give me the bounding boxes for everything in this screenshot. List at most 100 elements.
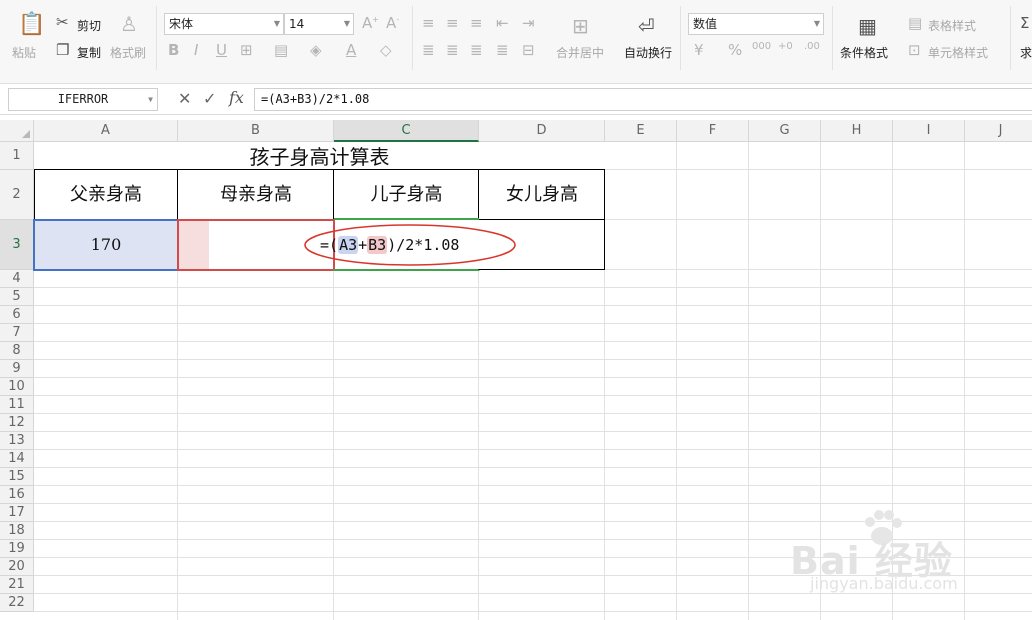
col-header-c[interactable]: C (334, 120, 479, 142)
grid-line (34, 341, 1032, 342)
increase-font-icon[interactable]: A+ (362, 14, 379, 32)
copy-label: 复制 (77, 46, 102, 60)
bold-icon[interactable]: B (168, 41, 179, 59)
cut-label: 剪切 (77, 19, 102, 33)
chevron-down-icon: ▼ (273, 19, 280, 28)
fill-color-icon[interactable]: ◈ (310, 41, 322, 59)
check-icon[interactable]: ✓ (203, 89, 216, 108)
indent-increase-icon[interactable]: ⇥ (522, 14, 535, 32)
justify-icon[interactable]: ≣ (496, 41, 509, 59)
watermark-url: jingyan.baidu.com (810, 574, 958, 593)
name-box[interactable]: IFERROR ▼ (8, 88, 158, 111)
select-all-corner[interactable] (0, 120, 34, 142)
row-header-17[interactable]: 17 (0, 504, 34, 522)
cell-style-icon: ⊡ (908, 41, 921, 59)
row-header-11[interactable]: 11 (0, 396, 34, 414)
annotation-ellipse (304, 224, 516, 266)
row-header-5[interactable]: 5 (0, 288, 34, 306)
align-left-icon[interactable]: ≣ (422, 41, 435, 59)
align-center-icon[interactable]: ≣ (446, 41, 459, 59)
italic-icon[interactable]: I (194, 41, 198, 59)
row-header-20[interactable]: 20 (0, 558, 34, 576)
format-painter-label: 格式刷 (110, 46, 147, 60)
sum-icon: Σ (1020, 14, 1030, 32)
row-header-1[interactable]: 1 (0, 142, 34, 170)
row-header-22[interactable]: 22 (0, 594, 34, 612)
underline-icon[interactable]: U (216, 41, 227, 59)
table-border (478, 169, 479, 220)
col-header-g[interactable]: G (749, 120, 821, 142)
name-box-value: IFERROR (57, 92, 109, 106)
wrap-text-label: 自动换行 (624, 46, 673, 60)
insert-function-icon[interactable]: fx (229, 88, 244, 107)
ribbon-divider (832, 6, 833, 70)
chevron-down-icon: ▼ (813, 19, 820, 28)
font-size-value: 14 (289, 17, 305, 31)
grid-line (34, 305, 1032, 306)
font-size-select[interactable]: 14 ▼ (284, 13, 354, 35)
header-father-height[interactable]: 父亲身高 (34, 170, 178, 220)
scissors-icon: ✂ (56, 13, 69, 31)
row-header-16[interactable]: 16 (0, 486, 34, 504)
fill-style-icon[interactable]: ▤ (274, 41, 288, 59)
col-header-f[interactable]: F (677, 120, 749, 142)
font-color-icon[interactable]: A (346, 41, 356, 59)
decrease-decimal-icon[interactable]: .00 (804, 41, 820, 52)
cancel-icon[interactable]: ✕ (178, 89, 191, 108)
row-header-6[interactable]: 6 (0, 306, 34, 324)
col-c-top-marker (334, 218, 479, 220)
row-header-3[interactable]: 3 (0, 220, 34, 270)
merge-icon: ⊞ (572, 14, 589, 38)
merge-center-label: 合并居中 (556, 46, 605, 60)
row-header-7[interactable]: 7 (0, 324, 34, 342)
percent-icon[interactable]: % (728, 41, 742, 59)
row-header-14[interactable]: 14 (0, 450, 34, 468)
formula-input[interactable]: =(A3+B3)/2*1.08 (254, 88, 1032, 111)
font-name-value: 宋体 (169, 17, 194, 31)
col-header-d[interactable]: D (479, 120, 605, 142)
header-daughter-height[interactable]: 女儿身高 (479, 170, 605, 220)
grid-line (34, 287, 1032, 288)
row-header-10[interactable]: 10 (0, 378, 34, 396)
eraser-icon[interactable]: ◇ (380, 41, 392, 59)
grid-line (34, 413, 1032, 414)
row-header-18[interactable]: 18 (0, 522, 34, 540)
col-header-b[interactable]: B (178, 120, 334, 142)
row-header-15[interactable]: 15 (0, 468, 34, 486)
distribute-icon[interactable]: ⊟ (522, 41, 535, 59)
increase-decimal-icon[interactable]: +0 (778, 41, 793, 52)
header-son-height[interactable]: 儿子身高 (334, 170, 479, 220)
border-icon[interactable]: ⊞ (240, 41, 253, 59)
align-middle-icon[interactable]: ≡ (446, 14, 459, 32)
conditional-format-label: 条件格式 (840, 46, 889, 60)
font-name-select[interactable]: 宋体 ▼ (164, 13, 284, 35)
align-bottom-icon[interactable]: ≡ (470, 14, 483, 32)
row-header-9[interactable]: 9 (0, 360, 34, 378)
row-header-13[interactable]: 13 (0, 432, 34, 450)
row-header-12[interactable]: 12 (0, 414, 34, 432)
row-header-19[interactable]: 19 (0, 540, 34, 558)
thousands-icon[interactable]: 000 (752, 41, 771, 52)
col-header-e[interactable]: E (605, 120, 677, 142)
col-header-j[interactable]: J (965, 120, 1032, 142)
col-header-a[interactable]: A (34, 120, 178, 142)
currency-icon[interactable]: ¥ (694, 41, 704, 59)
decrease-font-icon[interactable]: A- (386, 14, 399, 32)
col-header-h[interactable]: H (821, 120, 893, 142)
align-right-icon[interactable]: ≣ (470, 41, 483, 59)
grid-line (34, 377, 1032, 378)
row-header-2[interactable]: 2 (0, 170, 34, 220)
col-header-i[interactable]: I (893, 120, 965, 142)
grid-line (34, 359, 1032, 360)
header-mother-height[interactable]: 母亲身高 (178, 170, 334, 220)
copy-icon: ❐ (56, 41, 70, 59)
row-header-21[interactable]: 21 (0, 576, 34, 594)
align-top-icon[interactable]: ≡ (422, 14, 435, 32)
number-format-select[interactable]: 数值 ▼ (688, 13, 824, 35)
brush-icon: ♙ (120, 12, 138, 36)
indent-decrease-icon[interactable]: ⇤ (496, 14, 509, 32)
ribbon-divider (680, 6, 681, 70)
grid-line (964, 142, 965, 620)
row-header-8[interactable]: 8 (0, 342, 34, 360)
row-header-4[interactable]: 4 (0, 270, 34, 288)
